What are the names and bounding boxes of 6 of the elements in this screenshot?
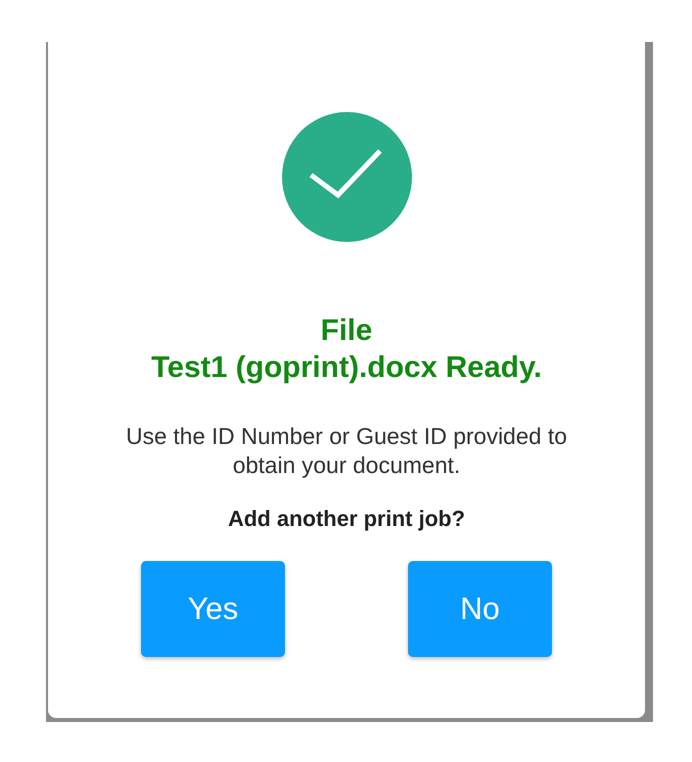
- dialog-message: Use the ID Number or Guest ID provided to obtain your document.: [124, 422, 568, 480]
- dialog-title: File Test1 (goprint).docx Ready.: [151, 313, 542, 386]
- yes-button[interactable]: Yes: [141, 561, 285, 657]
- no-button[interactable]: No: [408, 561, 552, 657]
- success-check-icon: [282, 112, 412, 242]
- dialog-question: Add another print job?: [228, 505, 466, 533]
